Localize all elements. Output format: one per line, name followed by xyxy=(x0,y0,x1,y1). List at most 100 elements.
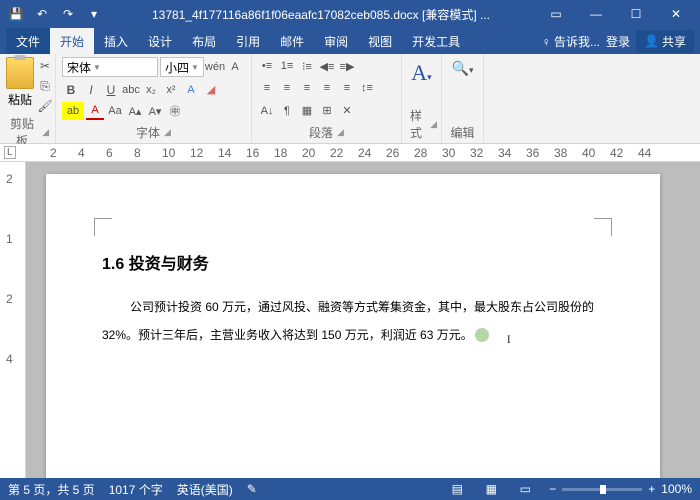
ruler-tick: 34 xyxy=(498,146,511,160)
language-indicator[interactable]: 英语(美国) xyxy=(177,481,233,498)
document-area: 2124 1.6 投资与财务 公司预计投资 60 万元，通过风投、融资等方式筹集… xyxy=(0,162,700,478)
print-layout-icon[interactable]: ▦ xyxy=(481,481,501,497)
ruler-tick: 4 xyxy=(78,146,85,160)
zoom-slider[interactable] xyxy=(562,488,642,491)
share-button[interactable]: 👤共享 xyxy=(636,30,694,53)
zoom-in-icon[interactable]: + xyxy=(648,482,655,496)
enclose-char-icon[interactable]: ㊥ xyxy=(166,102,184,120)
minimize-icon[interactable]: ― xyxy=(576,0,616,28)
paragraph-dialog-icon[interactable]: ◢ xyxy=(337,127,344,138)
redo-icon[interactable]: ↷ xyxy=(56,2,80,26)
ruler-tick: 10 xyxy=(162,146,175,160)
font-name-select[interactable]: 宋体▼ xyxy=(62,57,158,77)
tab-file[interactable]: 文件 xyxy=(6,28,50,54)
styles-dialog-icon[interactable]: ◢ xyxy=(430,119,437,130)
find-icon[interactable]: 🔍▾ xyxy=(452,60,474,77)
track-changes-icon[interactable]: ✎ xyxy=(247,482,257,496)
tab-home[interactable]: 开始 xyxy=(50,28,94,54)
format-painter-icon[interactable]: 🖌 xyxy=(36,97,54,115)
tell-me[interactable]: ♀ 告诉我... xyxy=(542,33,600,50)
zoom-out-icon[interactable]: − xyxy=(549,482,556,496)
clear-format-icon[interactable]: ◢ xyxy=(202,81,220,99)
align-left-icon[interactable]: ≡ xyxy=(258,79,276,97)
font-dialog-icon[interactable]: ◢ xyxy=(164,127,171,138)
close-icon[interactable]: ✕ xyxy=(656,0,696,28)
clipboard-dialog-icon[interactable]: ◢ xyxy=(42,127,49,138)
vertical-ruler[interactable]: 2124 xyxy=(0,162,26,478)
text-effects-icon[interactable]: A xyxy=(182,81,200,99)
page-indicator[interactable]: 第 5 页，共 5 页 xyxy=(8,481,95,498)
ribbon-display-icon[interactable]: ▭ xyxy=(536,0,576,28)
page[interactable]: 1.6 投资与财务 公司预计投资 60 万元，通过风投、融资等方式筹集资金，其中… xyxy=(46,174,660,478)
shading-icon[interactable]: ▦ xyxy=(298,102,316,120)
grow-font-icon[interactable]: A▴ xyxy=(126,102,144,120)
bullets-icon[interactable]: •≡ xyxy=(258,57,276,75)
superscript-button[interactable]: x² xyxy=(162,81,180,99)
web-layout-icon[interactable]: ▭ xyxy=(515,481,535,497)
zoom-level[interactable]: 100% xyxy=(661,482,692,496)
undo-icon[interactable]: ↶ xyxy=(30,2,54,26)
increase-indent-icon[interactable]: ≡▶ xyxy=(338,57,356,75)
zoom-control: − + 100% xyxy=(549,482,692,496)
cut-icon[interactable]: ✂ xyxy=(36,57,54,75)
tab-insert[interactable]: 插入 xyxy=(94,28,138,54)
tab-design[interactable]: 设计 xyxy=(138,28,182,54)
underline-button[interactable]: U xyxy=(102,81,120,99)
phonetic-guide-icon[interactable]: wén xyxy=(206,58,224,76)
decrease-indent-icon[interactable]: ◀≡ xyxy=(318,57,336,75)
borders-icon[interactable]: ⊞ xyxy=(318,102,336,120)
sign-in[interactable]: 登录 xyxy=(606,33,630,50)
char-shading-icon[interactable]: Aa xyxy=(106,102,124,120)
window-controls: ▭ ― ☐ ✕ xyxy=(536,0,696,28)
tab-mail[interactable]: 邮件 xyxy=(270,28,314,54)
tab-references[interactable]: 引用 xyxy=(226,28,270,54)
font-size-select[interactable]: 小四▼ xyxy=(160,57,204,77)
align-right-icon[interactable]: ≡ xyxy=(298,79,316,97)
subscript-button[interactable]: x₂ xyxy=(142,81,160,99)
tab-view[interactable]: 视图 xyxy=(358,28,402,54)
line-spacing-icon[interactable]: ↕≡ xyxy=(358,79,376,97)
align-distribute-icon[interactable]: ≡ xyxy=(338,79,356,97)
ribbon: 粘贴 ✂ ⎘ 🖌 剪贴板◢ 宋体▼ 小四▼ wén A B I U abc x₂… xyxy=(0,54,700,144)
ruler-tick: 32 xyxy=(470,146,483,160)
tab-layout[interactable]: 布局 xyxy=(182,28,226,54)
body-paragraph[interactable]: 公司预计投资 60 万元，通过风投、融资等方式筹集资金，其中，最大股东占公司股份… xyxy=(102,292,604,348)
tab-developer[interactable]: 开发工具 xyxy=(402,28,470,54)
tab-review[interactable]: 审阅 xyxy=(314,28,358,54)
read-mode-icon[interactable]: ▤ xyxy=(447,481,467,497)
qat-dropdown-icon[interactable]: ▾ xyxy=(82,2,106,26)
styles-icon[interactable]: A▾ xyxy=(411,60,431,86)
asian-layout-icon[interactable]: ✕ xyxy=(338,102,356,120)
ruler-tick: 38 xyxy=(554,146,567,160)
char-border-icon[interactable]: A xyxy=(226,58,244,76)
strikethrough-button[interactable]: abc xyxy=(122,81,140,99)
ruler-tick: 30 xyxy=(442,146,455,160)
save-icon[interactable]: 💾 xyxy=(4,2,28,26)
word-count[interactable]: 1017 个字 xyxy=(109,481,163,498)
ruler-tick: 18 xyxy=(274,146,287,160)
font-color-icon[interactable]: A xyxy=(86,102,104,120)
group-editing: 🔍▾ 编辑 xyxy=(442,54,484,143)
group-font: 宋体▼ 小四▼ wén A B I U abc x₂ x² A ◢ ab A A… xyxy=(56,54,252,143)
styles-label: 样式 xyxy=(406,107,426,141)
ruler-tick: 42 xyxy=(610,146,623,160)
copy-icon[interactable]: ⎘ xyxy=(36,77,54,95)
paste-button[interactable]: 粘贴 xyxy=(6,57,34,115)
highlight-icon[interactable]: ab xyxy=(62,102,84,120)
maximize-icon[interactable]: ☐ xyxy=(616,0,656,28)
italic-button[interactable]: I xyxy=(82,81,100,99)
align-justify-icon[interactable]: ≡ xyxy=(318,79,336,97)
ruler-tick: 14 xyxy=(218,146,231,160)
shrink-font-icon[interactable]: A▾ xyxy=(146,102,164,120)
heading[interactable]: 1.6 投资与财务 xyxy=(102,250,604,274)
align-center-icon[interactable]: ≡ xyxy=(278,79,296,97)
numbering-icon[interactable]: 1≡ xyxy=(278,57,296,75)
ruler-tick: 44 xyxy=(638,146,651,160)
tab-selector-icon[interactable]: L xyxy=(4,146,16,159)
ruler-tick: 6 xyxy=(106,146,113,160)
horizontal-ruler[interactable]: L 24681012141618202224262830323436384042… xyxy=(0,144,700,162)
multilevel-icon[interactable]: ⁝≡ xyxy=(298,57,316,75)
bold-button[interactable]: B xyxy=(62,81,80,99)
show-marks-icon[interactable]: ¶ xyxy=(278,102,296,120)
sort-icon[interactable]: A↓ xyxy=(258,102,276,120)
